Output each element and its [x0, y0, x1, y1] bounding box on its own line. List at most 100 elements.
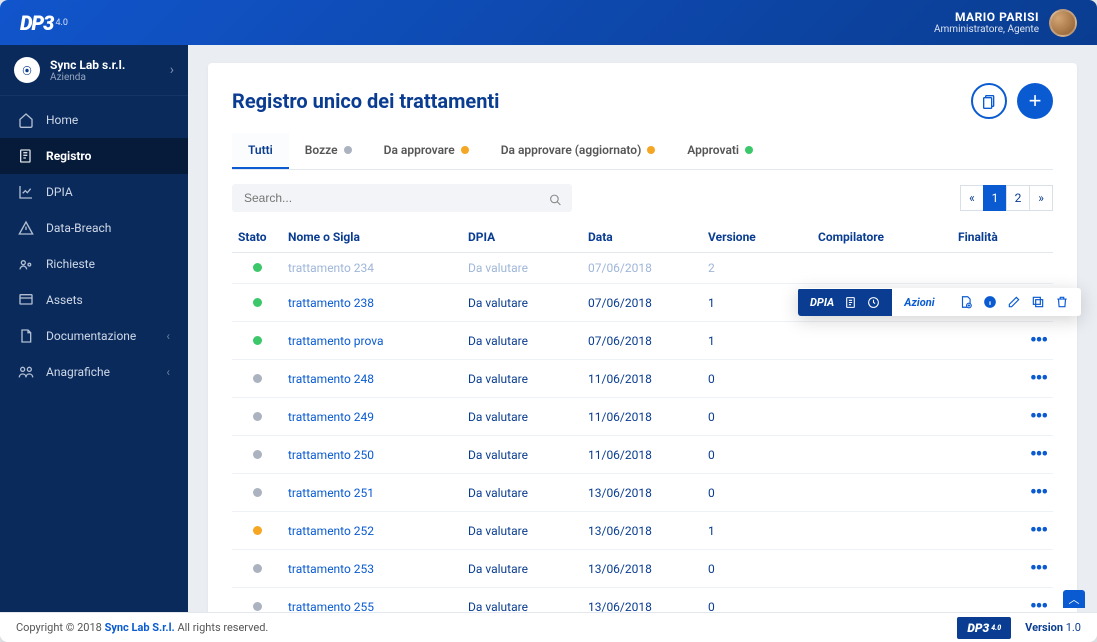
- scroll-to-top-button[interactable]: ︿: [1063, 590, 1085, 608]
- tab-tutti[interactable]: Tutti: [232, 133, 289, 169]
- popover-dpia-section: DPIA: [798, 289, 892, 316]
- treatment-link[interactable]: trattamento 253: [288, 562, 374, 576]
- cell-dpia: Da valutare: [462, 474, 582, 512]
- nav-richieste[interactable]: Richieste: [0, 246, 188, 282]
- table-row[interactable]: trattamento 250Da valutare11/06/20180•••: [232, 436, 1053, 474]
- treatment-link[interactable]: trattamento 234: [288, 261, 374, 275]
- status-dot-icon: [253, 450, 262, 459]
- nav-label: DPIA: [46, 185, 73, 199]
- treatment-link[interactable]: trattamento 251: [288, 486, 374, 500]
- page-prev[interactable]: «: [960, 185, 984, 211]
- tab-approvati[interactable]: Approvati: [671, 133, 769, 169]
- cell-dpia: Da valutare: [462, 436, 582, 474]
- table-row[interactable]: trattamento 251Da valutare13/06/20180•••: [232, 474, 1053, 512]
- page-next[interactable]: »: [1029, 185, 1053, 211]
- nav-label: Registro: [46, 149, 91, 163]
- cell-actions: •••: [1013, 550, 1053, 588]
- tab-label: Bozze: [305, 143, 338, 157]
- company-switcher[interactable]: ⦿ Sync Lab s.r.l. Azienda ›: [0, 45, 188, 96]
- table-row[interactable]: trattamento provaDa valutare07/06/20181•…: [232, 322, 1053, 360]
- page-title: Registro unico dei trattamenti: [232, 89, 499, 113]
- row-menu-icon[interactable]: •••: [1030, 406, 1047, 427]
- status-dot-icon: [745, 146, 753, 154]
- page-2[interactable]: 2: [1006, 185, 1030, 211]
- col-stato[interactable]: Stato: [232, 222, 282, 253]
- row-menu-icon[interactable]: •••: [1030, 444, 1047, 465]
- row-menu-icon[interactable]: •••: [1030, 558, 1047, 579]
- col-versione[interactable]: Versione: [702, 222, 812, 253]
- cell-dpia: Da valutare: [462, 398, 582, 436]
- cell-nome: trattamento 250: [282, 436, 462, 474]
- edit-icon[interactable]: [1007, 295, 1021, 309]
- col-nome[interactable]: Nome o Sigla: [282, 222, 462, 253]
- col-data[interactable]: Data: [582, 222, 702, 253]
- treatment-link[interactable]: trattamento 238: [288, 296, 374, 310]
- registry-table: Stato Nome o Sigla DPIA Data Versione Co…: [232, 222, 1053, 612]
- col-finalita[interactable]: Finalità: [952, 222, 1013, 253]
- treatment-link[interactable]: trattamento 248: [288, 372, 374, 386]
- tab-da-approvare-agg[interactable]: Da approvare (aggiornato): [485, 133, 672, 169]
- row-menu-icon[interactable]: •••: [1030, 482, 1047, 503]
- cell-status: [232, 436, 282, 474]
- export-button[interactable]: [971, 83, 1007, 119]
- clipboard-icon: [981, 93, 997, 109]
- nav-assets[interactable]: Assets: [0, 282, 188, 318]
- search-box: [232, 184, 572, 212]
- treatment-link[interactable]: trattamento 252: [288, 524, 374, 538]
- copyright-prefix: Copyright © 2018: [16, 621, 105, 634]
- tab-da-approvare[interactable]: Da approvare: [368, 133, 485, 169]
- treatment-link[interactable]: trattamento 250: [288, 448, 374, 462]
- cell-compilatore: [812, 253, 952, 284]
- cell-status: [232, 550, 282, 588]
- add-button[interactable]: +: [1017, 83, 1053, 119]
- table-row[interactable]: trattamento 249Da valutare11/06/20180•••: [232, 398, 1053, 436]
- copyright-company: Sync Lab S.r.l.: [105, 621, 175, 634]
- cell-compilatore: [812, 550, 952, 588]
- cell-data: 11/06/2018: [582, 360, 702, 398]
- copy-icon[interactable]: [1031, 295, 1045, 309]
- avatar[interactable]: [1049, 9, 1077, 37]
- page-1[interactable]: 1: [983, 185, 1007, 211]
- nav-registro[interactable]: Registro: [0, 138, 188, 174]
- nav-dpia[interactable]: DPIA: [0, 174, 188, 210]
- row-menu-icon[interactable]: •••: [1030, 520, 1047, 541]
- row-menu-icon[interactable]: •••: [1030, 596, 1047, 612]
- row-menu-icon[interactable]: •••: [1030, 368, 1047, 389]
- user-menu[interactable]: MARIO PARISI Amministratore, Agente: [934, 9, 1077, 37]
- nav-data-breach[interactable]: Data-Breach: [0, 210, 188, 246]
- history-icon[interactable]: [867, 296, 880, 309]
- tab-label: Approvati: [687, 143, 739, 157]
- col-compilatore[interactable]: Compilatore: [812, 222, 952, 253]
- tab-bozze[interactable]: Bozze: [289, 133, 368, 169]
- row-menu-icon[interactable]: •••: [1030, 330, 1047, 351]
- col-dpia[interactable]: DPIA: [462, 222, 582, 253]
- nav-anagrafiche[interactable]: Anagrafiche ‹: [0, 354, 188, 390]
- cell-data: 13/06/2018: [582, 588, 702, 613]
- table-row[interactable]: trattamento 253Da valutare13/06/20180•••: [232, 550, 1053, 588]
- search-input[interactable]: [232, 184, 572, 212]
- cell-actions: •••: [1013, 360, 1053, 398]
- nav-home[interactable]: Home: [0, 102, 188, 138]
- nav-documentazione[interactable]: Documentazione ‹: [0, 318, 188, 354]
- nav-label: Assets: [46, 293, 83, 307]
- popover-dpia-label: DPIA: [810, 296, 834, 309]
- trash-icon[interactable]: [1055, 295, 1069, 309]
- popover-actions: [947, 288, 1081, 316]
- analytics-icon: [18, 184, 34, 200]
- table-row[interactable]: trattamento 255Da valutare13/06/20180•••: [232, 588, 1053, 613]
- table-row[interactable]: trattamento 234Da valutare07/06/20182: [232, 253, 1053, 284]
- table-row[interactable]: trattamento 252Da valutare13/06/20181•••: [232, 512, 1053, 550]
- footer-logo-suffix: 4.0: [991, 624, 1001, 632]
- cell-versione: 0: [702, 588, 812, 613]
- cell-versione: 1: [702, 322, 812, 360]
- file-add-icon[interactable]: [959, 295, 973, 309]
- info-icon[interactable]: [983, 295, 997, 309]
- app-logo: DP3 4.0: [20, 11, 68, 35]
- treatment-link[interactable]: trattamento 249: [288, 410, 374, 424]
- treatment-link[interactable]: trattamento prova: [288, 334, 384, 348]
- cell-finalita: [952, 436, 1013, 474]
- treatment-link[interactable]: trattamento 255: [288, 600, 374, 613]
- table-row[interactable]: trattamento 248Da valutare11/06/20180•••: [232, 360, 1053, 398]
- document-icon[interactable]: [844, 296, 857, 309]
- cell-nome: trattamento 248: [282, 360, 462, 398]
